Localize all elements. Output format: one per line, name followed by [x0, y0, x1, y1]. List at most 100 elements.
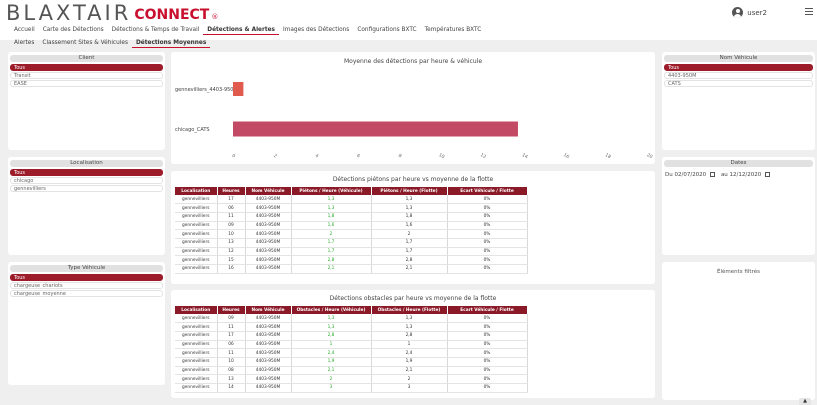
logo[interactable]: BLAXTAIR CONNECT ® [6, 2, 218, 24]
table-cell: 2,1 [371, 264, 448, 274]
table-cell: 3 [291, 383, 372, 393]
x-tick-label: 18 [604, 152, 612, 160]
nav-tab-1[interactable]: Carte des Détections [39, 26, 108, 35]
table-cell: 2,4 [371, 348, 448, 358]
table-row: gennevilliers 11 4403-950M 1,3 1,3 0% [175, 322, 528, 332]
column-header[interactable]: Piétons / Heure (Véhicule) [291, 187, 372, 195]
x-tick-label: 8 [397, 153, 403, 160]
column-header[interactable]: Localisation [175, 187, 218, 195]
table-cell: 10 [217, 357, 246, 367]
hamburger-menu-icon[interactable] [805, 8, 813, 15]
nom-vehicule-filter-panel: Nom Véhicule Tous 4403-950M CATS [662, 52, 815, 150]
dates-filter-title: Dates [664, 160, 813, 167]
localisation-filter-options: Tous chicago gennevilliers [8, 169, 165, 192]
filter-option[interactable]: EASE [10, 80, 163, 87]
table-cell: 0% [447, 247, 528, 257]
table-cell: 2,1 [371, 366, 448, 376]
table-cell: 15 [217, 255, 246, 265]
filter-option[interactable]: chargeuse_chariots [10, 282, 163, 289]
table-cell: 1,6 [371, 221, 448, 231]
column-header[interactable]: Ecart Véhicule / Flotte [447, 187, 528, 195]
table-cell: gennevilliers [175, 203, 218, 213]
logo-main: BLAXTAIR [6, 1, 132, 25]
table-cell: 4403-950M [245, 203, 292, 213]
column-header[interactable]: Heures [217, 187, 246, 195]
nav-tab-2[interactable]: Détections & Temps de Travail [108, 26, 204, 35]
table-cell: 2 [291, 374, 372, 384]
bar-category-label: chicago_CATS [175, 127, 210, 133]
table-cell: 2,8 [291, 255, 372, 265]
bar[interactable] [233, 121, 518, 137]
table-cell: 0% [447, 255, 528, 265]
scroll-up-button[interactable]: ▲ [799, 398, 811, 405]
table-cell: 4403-950M [245, 212, 292, 222]
date-range: Du 02/07/2020 au 12/12/2020 [662, 169, 815, 181]
filter-option[interactable]: Transit [10, 72, 163, 79]
column-header[interactable]: Nom Véhicule [245, 306, 292, 314]
table-cell: 1,3 [291, 322, 372, 332]
table-cell: 2 [371, 374, 448, 384]
bar[interactable] [233, 82, 244, 96]
user-menu[interactable]: user2 [732, 7, 767, 18]
calendar-icon[interactable] [765, 172, 770, 177]
filter-option[interactable]: Tous [10, 274, 163, 281]
table-row: gennevilliers 12 4403-950M 1,7 1,7 0% [175, 247, 528, 257]
nav-tab-6[interactable]: Températures BXTC [421, 26, 486, 35]
table-cell: 0% [447, 348, 528, 358]
calendar-icon[interactable] [709, 172, 715, 177]
column-header[interactable]: Obstacles / Heure (Flotte) [371, 306, 448, 314]
filter-option[interactable]: 4403-950M [664, 72, 813, 79]
table-cell: 1,6 [291, 221, 372, 231]
table-cell: 0% [447, 195, 528, 205]
column-header[interactable]: Localisation [175, 306, 218, 314]
nav-secondary: Alertes Classement Sites & Véhicules Détec… [10, 39, 211, 48]
date-from-value: 02/07/2020 [674, 172, 707, 178]
filter-option[interactable]: chicago [10, 177, 163, 184]
x-tick-label: 2 [272, 153, 278, 160]
pietons-table: Localisation Heures Nom Véhicule Piétons / … [175, 187, 528, 274]
pietons-title: Détections piétons par heure vs moyenne … [332, 176, 494, 183]
table-cell: 11 [217, 348, 246, 358]
column-header[interactable]: Obstacles / Heure (Véhicule) [291, 306, 372, 314]
table-cell: 0% [447, 229, 528, 239]
table-cell: 4403-950M [245, 255, 292, 265]
nav-tab-0[interactable]: Accueil [10, 26, 39, 35]
table-cell: 13 [217, 238, 246, 248]
detections-chart-panel: Moyenne des détections par heure & véhic… [171, 52, 655, 164]
table-cell: 0% [447, 331, 528, 341]
nav-subtab-1[interactable]: Classement Sites & Véhicules [38, 39, 132, 48]
obstacles-panel: Détections obstacles par heure vs moyenn… [171, 290, 655, 398]
dates-filter-panel: Dates Du 02/07/2020 au 12/12/2020 [662, 157, 815, 255]
table-row: gennevilliers 10 4403-950M 2 2 0% [175, 229, 528, 239]
table-cell: 1,3 [371, 203, 448, 213]
filter-option[interactable]: CATS [664, 80, 813, 87]
column-header[interactable]: Heures [217, 306, 246, 314]
nav-subtab-2[interactable]: Détections Moyennes [132, 39, 211, 48]
table-row: gennevilliers 11 4403-950M 1,8 1,8 0% [175, 212, 528, 222]
date-from[interactable]: Du 02/07/2020 [665, 172, 715, 178]
column-header[interactable]: Ecart Véhicule / Flotte [447, 306, 528, 314]
date-to[interactable]: au 12/12/2020 [721, 172, 770, 178]
table-cell: gennevilliers [175, 195, 218, 205]
table-cell: 17 [217, 331, 246, 341]
date-from-label: Du [665, 172, 673, 178]
x-tick-label: 6 [356, 153, 362, 160]
client-filter-options: Tous Transit EASE [8, 64, 165, 87]
filter-option[interactable]: Tous [10, 64, 163, 71]
selected-elements-title: Éléments filtrés [717, 269, 760, 275]
table-cell: gennevilliers [175, 340, 218, 350]
nav-tab-5[interactable]: Configurations BXTC [353, 26, 420, 35]
filter-option[interactable]: Tous [664, 64, 813, 71]
table-cell: 2,8 [371, 255, 448, 265]
table-cell: 4403-950M [245, 331, 292, 341]
column-header[interactable]: Nom Véhicule [245, 187, 292, 195]
filter-option[interactable]: Tous [10, 169, 163, 176]
filter-option[interactable]: gennevilliers [10, 185, 163, 192]
nav-tab-4[interactable]: Images des Détections [279, 26, 353, 35]
date-to-label: au [720, 172, 728, 178]
table-row: gennevilliers 16 4403-950M 2,1 2,1 0% [175, 264, 528, 274]
nav-tab-3[interactable]: Détections & Alertes [203, 26, 280, 35]
column-header[interactable]: Piétons / Heure (Flotte) [371, 187, 448, 195]
nav-subtab-0[interactable]: Alertes [10, 39, 38, 48]
filter-option[interactable]: chargeuse_moyenne [10, 290, 163, 297]
